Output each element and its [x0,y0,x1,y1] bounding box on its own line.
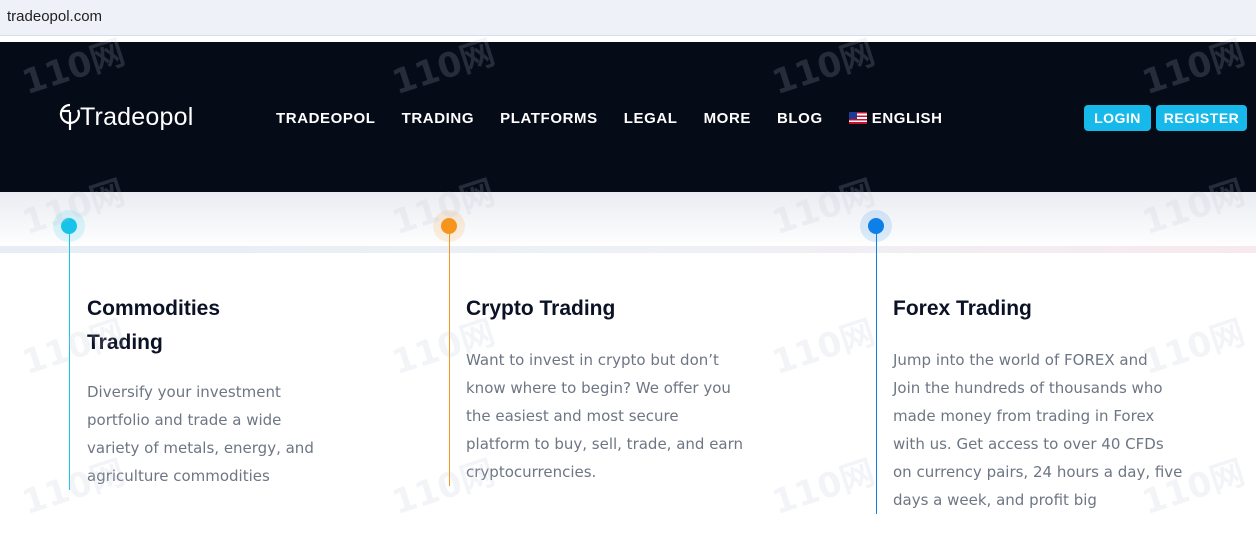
forex-dot-icon [868,218,884,234]
main-nav: TRADEOPOL TRADING PLATFORMS LEGAL MORE B… [276,108,969,128]
url-text[interactable]: tradeopol.com [7,8,102,25]
forex-text-line: Join the hundreds of thousands who [893,379,1163,397]
register-button[interactable]: REGISTER [1156,105,1247,131]
commodities-dot-icon [61,218,77,234]
logo-mark-icon [59,103,81,130]
commodities-text-line: variety of metals, energy, and [87,439,314,457]
login-button[interactable]: LOGIN [1084,105,1151,131]
us-flag-icon [848,112,867,124]
watermark: 110网 [767,312,880,384]
crypto-text-line: know where to begin? We offer you [466,379,731,397]
commodities-text-line: agriculture commodities [87,467,270,485]
crypto-dot-icon [441,218,457,234]
forex-text-line: Jump into the world of FOREX and [893,351,1148,369]
site-header: Tradeopol TRADEOPOL TRADING PLATFORMS LE… [0,42,1256,192]
crypto-text-line: the easiest and most secure [466,407,679,425]
forex-timeline-stem [876,234,877,514]
nav-item-platforms[interactable]: PLATFORMS [500,110,598,127]
forex-text-line: days a week, and profit big [893,491,1097,509]
forex-text-line: made money from trading in Forex [893,407,1155,425]
watermark: 110网 [767,452,880,524]
crypto-text-line: cryptocurrencies. [466,463,597,481]
logo[interactable]: Tradeopol [58,100,193,134]
commodities-description: Diversify your investment portfolio and … [87,378,314,490]
crypto-title: Crypto Trading [466,297,616,320]
browser-url-bar[interactable]: tradeopol.com [0,0,1256,36]
section-shadow-band [0,192,1256,248]
commodities-title-line2: Trading [87,331,163,354]
logo-text: Tradeopol [80,102,194,131]
crypto-description: Want to invest in crypto but don’t know … [466,346,743,486]
timeline-line [0,246,1256,253]
forex-description: Jump into the world of FOREX and Join th… [893,346,1182,514]
nav-item-more[interactable]: MORE [704,110,751,127]
commodities-timeline-stem [69,234,70,490]
forex-text-line: on currency pairs, 24 hours a day, five [893,463,1183,481]
forex-title: Forex Trading [893,297,1032,320]
nav-item-blog[interactable]: BLOG [777,110,823,127]
nav-item-trading[interactable]: TRADING [402,110,475,127]
commodities-text-line: Diversify your investment [87,383,281,401]
commodities-title: Commodities Trading [87,292,220,360]
crypto-text-line: Want to invest in crypto but don’t [466,351,719,369]
nav-item-tradeopol[interactable]: TRADEOPOL [276,110,376,127]
crypto-timeline-stem [449,234,450,486]
crypto-text-line: platform to buy, sell, trade, and earn [466,435,744,453]
commodities-text-line: portfolio and trade a wide [87,411,282,429]
language-label: ENGLISH [871,109,943,127]
nav-item-legal[interactable]: LEGAL [624,110,678,127]
nav-item-language[interactable]: ENGLISH [848,109,943,127]
forex-text-line: with us. Get access to over 40 CFDs [893,435,1164,453]
commodities-title-line1: Commodities [87,297,221,320]
